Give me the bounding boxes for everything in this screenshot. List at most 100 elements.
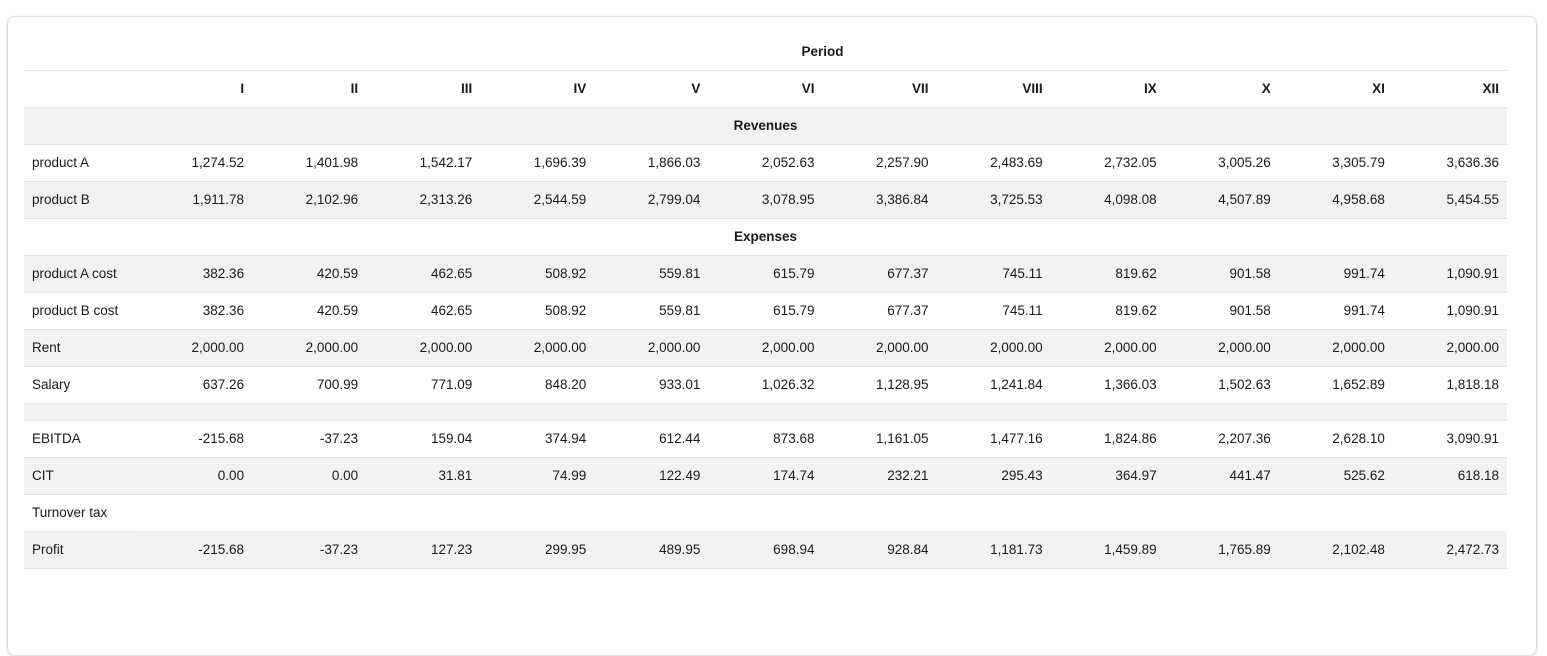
table-cell (1051, 494, 1165, 531)
section-row-expenses: Expenses (24, 218, 1507, 256)
column-header[interactable]: IV (480, 70, 595, 108)
table-cell: 525.62 (1278, 457, 1393, 495)
column-header[interactable]: VIII (936, 70, 1051, 108)
table-cell: 2,000.00 (1278, 329, 1393, 367)
table-cell (252, 494, 366, 531)
table-cell: 174.74 (708, 457, 823, 495)
column-header[interactable]: XI (1278, 70, 1393, 108)
table-cell: 848.20 (480, 366, 595, 404)
column-header[interactable]: VII (822, 70, 937, 108)
table-cell: 1,128.95 (822, 366, 937, 404)
table-cell: 31.81 (366, 457, 481, 495)
column-header[interactable]: II (252, 70, 367, 108)
table-cell (594, 494, 708, 531)
table-row[interactable]: Rent 2,000.00 2,000.00 2,000.00 2,000.00 2,00… (24, 329, 1507, 367)
table-cell: 771.09 (366, 366, 481, 404)
row-label: product B cost (24, 292, 138, 330)
table-cell: 637.26 (138, 366, 253, 404)
table-cell: 698.94 (708, 531, 823, 569)
table-cell: 2,799.04 (594, 181, 709, 219)
financial-table: Period I II III IV V VI VII VIII IX X XI… (24, 33, 1507, 569)
table-row[interactable]: product B 1,911.78 2,102.96 2,313.26 2,544.5… (24, 181, 1507, 219)
table-cell: 420.59 (252, 255, 367, 293)
table-cell (822, 494, 936, 531)
table-cell: 2,052.63 (708, 144, 823, 182)
table-cell: 933.01 (594, 366, 709, 404)
table-cell: 559.81 (594, 255, 709, 293)
table-row[interactable]: product B cost 382.36 420.59 462.65 508.92 55… (24, 292, 1507, 330)
table-cell: 1,026.32 (708, 366, 823, 404)
row-label: CIT (24, 457, 138, 495)
spacer-row (24, 403, 1507, 421)
table-cell: 1,161.05 (822, 420, 937, 458)
table-row[interactable]: CIT 0.00 0.00 31.81 74.99 122.49 174.74 232.21 2… (24, 457, 1507, 495)
table-cell: 1,366.03 (1050, 366, 1165, 404)
table-cell (138, 494, 252, 531)
table-row[interactable]: Salary 637.26 700.99 771.09 848.20 933.01 1,02… (24, 366, 1507, 404)
table-cell: 2,000.00 (1050, 329, 1165, 367)
section-title: Revenues (24, 107, 1507, 145)
table-cell: 420.59 (252, 292, 367, 330)
table-cell: 3,386.84 (822, 181, 937, 219)
column-header[interactable]: III (366, 70, 481, 108)
table-cell: 5,454.55 (1392, 181, 1507, 219)
table-cell: 2,483.69 (936, 144, 1051, 182)
column-header[interactable]: I (138, 70, 253, 108)
column-header[interactable]: IX (1050, 70, 1165, 108)
table-cell: 928.84 (822, 531, 937, 569)
table-cell: 382.36 (138, 255, 253, 293)
table-cell: 991.74 (1278, 255, 1393, 293)
table-cell: 127.23 (366, 531, 481, 569)
table-cell: 1,824.86 (1050, 420, 1165, 458)
table-cell: 1,652.89 (1278, 366, 1393, 404)
table-cell: 2,544.59 (480, 181, 595, 219)
table-row[interactable]: product A cost 382.36 420.59 462.65 508.92 55… (24, 255, 1507, 293)
table-cell: 122.49 (594, 457, 709, 495)
table-row[interactable]: Turnover tax (24, 494, 1507, 532)
table-cell: 232.21 (822, 457, 937, 495)
table-cell: 2,102.48 (1278, 531, 1393, 569)
table-row[interactable]: product A 1,274.52 1,401.98 1,542.17 1,696.3… (24, 144, 1507, 182)
table-cell: 745.11 (936, 292, 1051, 330)
table-cell: 991.74 (1278, 292, 1393, 330)
table-cell: 0.00 (252, 457, 367, 495)
row-label: product B (24, 181, 138, 219)
table-cell: 3,005.26 (1164, 144, 1279, 182)
table-cell (1279, 494, 1393, 531)
table-cell: 1,090.91 (1392, 255, 1507, 293)
table-row[interactable]: EBITDA -215.68 -37.23 159.04 374.94 612.44 873… (24, 420, 1507, 458)
row-label: product A (24, 144, 138, 182)
table-cell: 901.58 (1164, 292, 1279, 330)
table-cell: -37.23 (252, 531, 367, 569)
table-cell: 1,502.63 (1164, 366, 1279, 404)
table-cell (480, 494, 594, 531)
table-cell: 382.36 (138, 292, 253, 330)
table-cell: -215.68 (138, 531, 253, 569)
column-header[interactable]: V (594, 70, 709, 108)
table-cell: 3,305.79 (1278, 144, 1393, 182)
table-cell: 615.79 (708, 292, 823, 330)
table-cell: 612.44 (594, 420, 709, 458)
table-cell: 1,459.89 (1050, 531, 1165, 569)
corner-cell (24, 33, 138, 71)
table-cell (1393, 494, 1507, 531)
table-cell: 819.62 (1050, 292, 1165, 330)
table-cell (708, 494, 822, 531)
table-cell: 2,313.26 (366, 181, 481, 219)
column-header[interactable]: VI (708, 70, 823, 108)
table-row[interactable]: Profit -215.68 -37.23 127.23 299.95 489.95 698… (24, 531, 1507, 569)
table-cell: 873.68 (708, 420, 823, 458)
column-header[interactable]: X (1164, 70, 1279, 108)
table-cell: 2,000.00 (480, 329, 595, 367)
table-cell: 0.00 (138, 457, 253, 495)
table-cell: 2,472.73 (1392, 531, 1507, 569)
table-cell: 4,098.08 (1050, 181, 1165, 219)
row-label: Rent (24, 329, 138, 367)
table-cell: 2,000.00 (1164, 329, 1279, 367)
table-cell: 2,000.00 (594, 329, 709, 367)
table-cell: 3,078.95 (708, 181, 823, 219)
table-cell: 462.65 (366, 292, 481, 330)
table-cell (366, 494, 480, 531)
table-cell: 559.81 (594, 292, 709, 330)
column-header[interactable]: XII (1392, 70, 1507, 108)
